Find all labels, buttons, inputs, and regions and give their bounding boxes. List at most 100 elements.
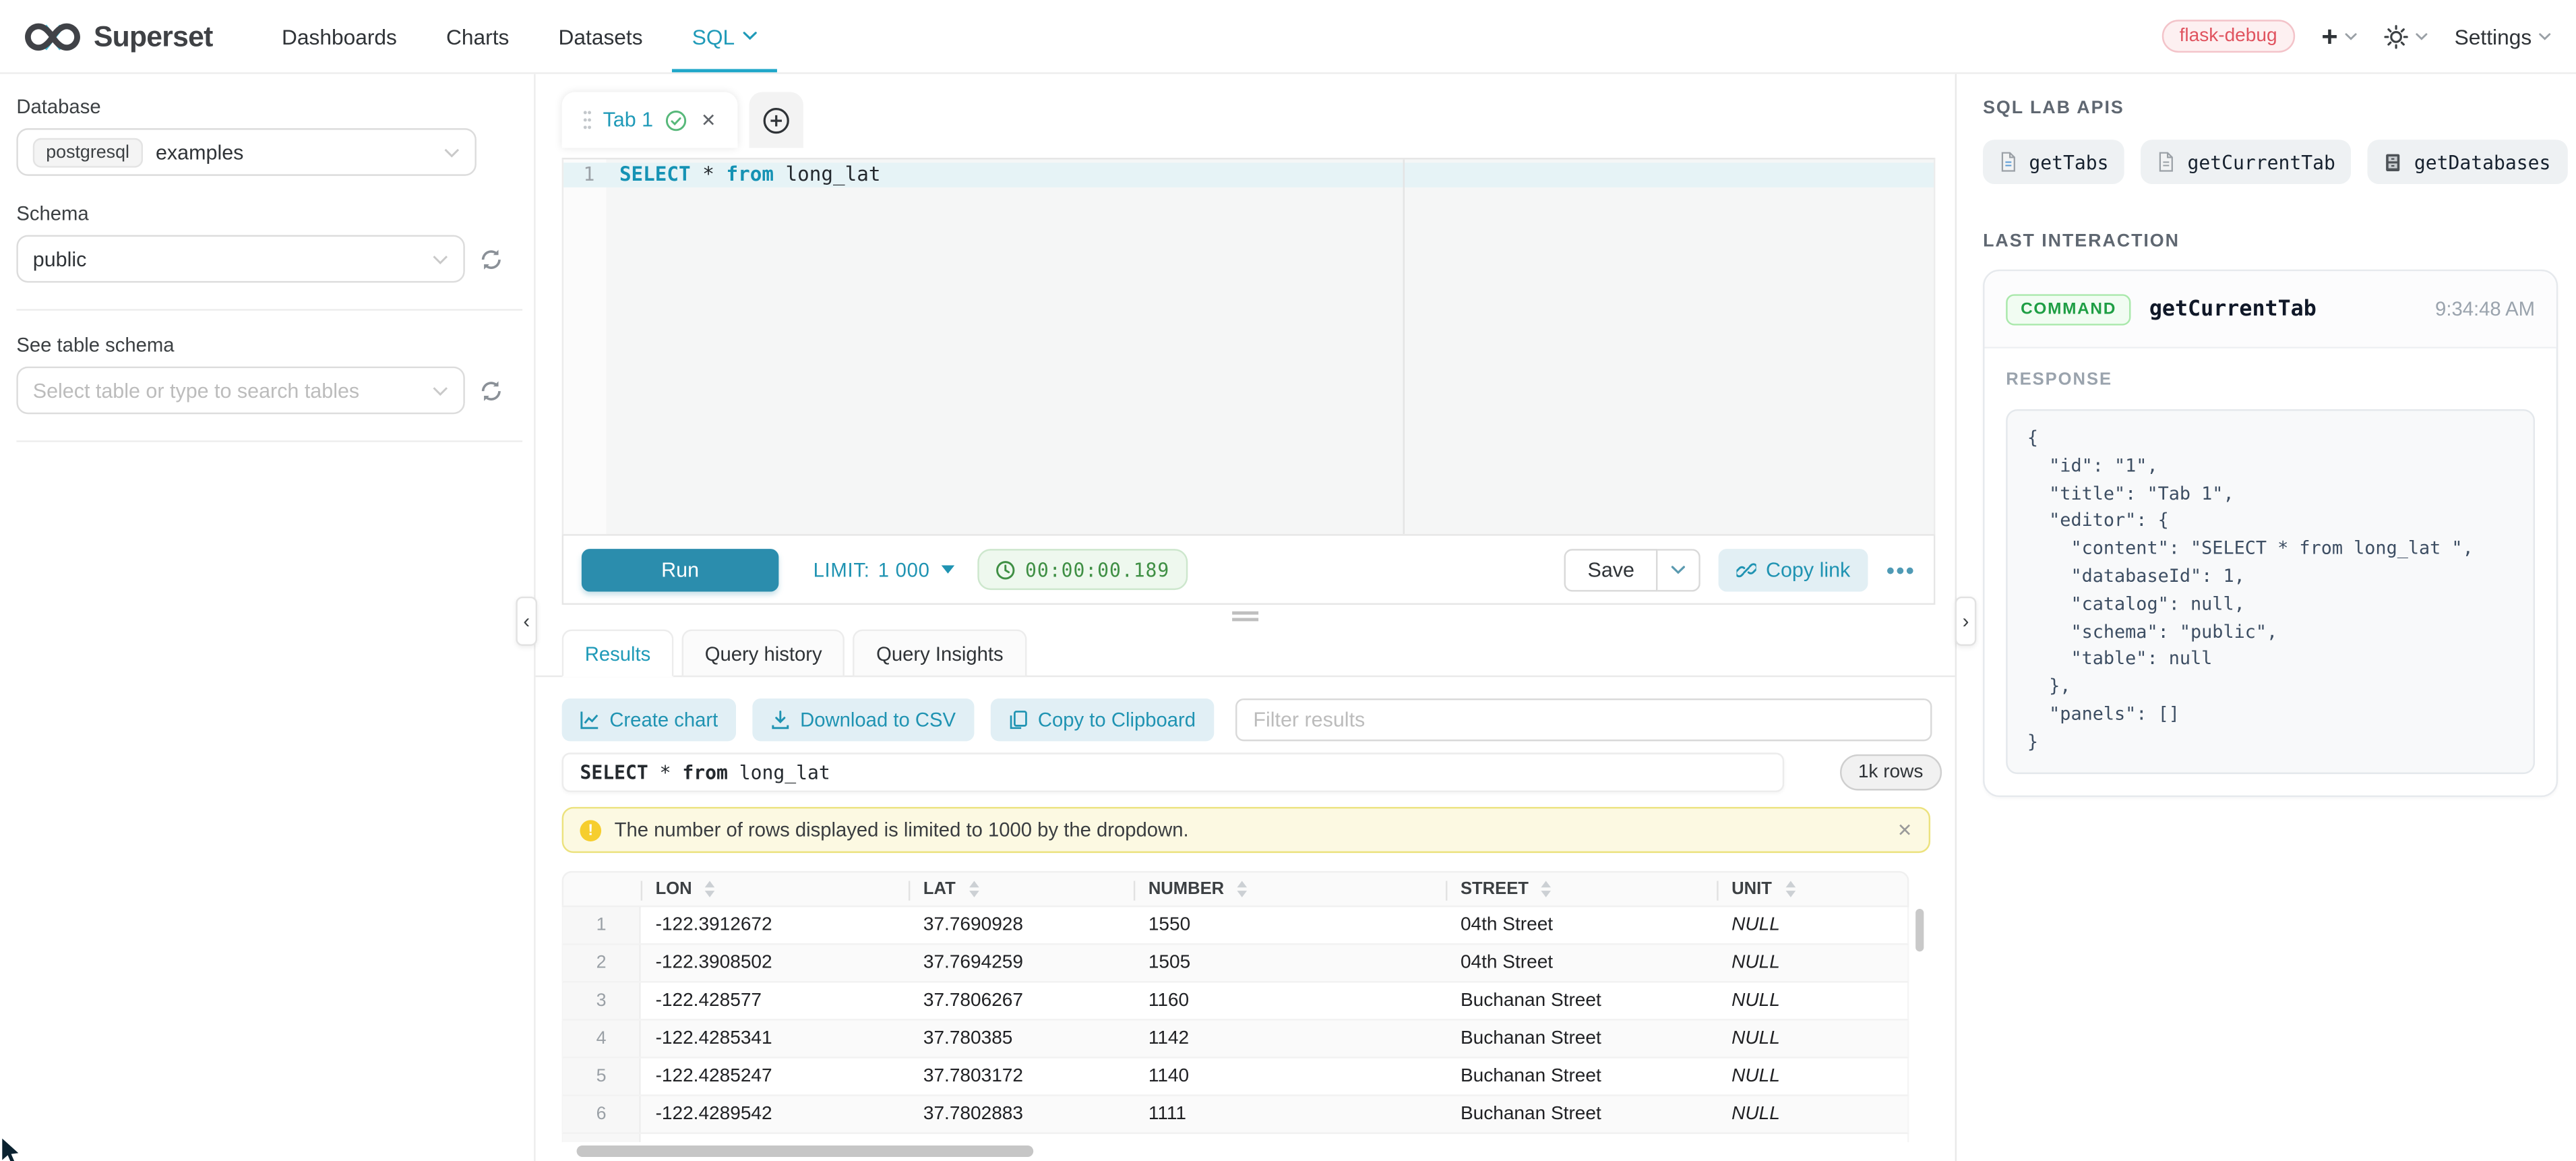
horizontal-scrollbar bbox=[562, 1145, 1909, 1157]
schema-label: Schema bbox=[16, 202, 534, 225]
save-dropdown-button[interactable] bbox=[1657, 548, 1700, 591]
column-header-lon[interactable]: LON bbox=[641, 872, 909, 905]
create-chart-button[interactable]: Create chart bbox=[562, 698, 736, 741]
sort-icon bbox=[1541, 881, 1552, 897]
tab-query-history[interactable]: Query history bbox=[682, 630, 845, 678]
table-cell: Buchanan Street bbox=[1446, 1096, 1717, 1133]
table-cell: Buchanan Street bbox=[1446, 1021, 1717, 1057]
nav-item-charts[interactable]: Charts bbox=[421, 0, 533, 72]
table-row[interactable]: 1-122.391267237.7690928155004th StreetNU… bbox=[562, 907, 1909, 945]
more-options-button[interactable]: ••• bbox=[1887, 556, 1915, 583]
new-item-button[interactable]: + bbox=[2321, 22, 2357, 50]
schema-select[interactable]: public bbox=[16, 235, 464, 283]
navbar: Superset Dashboards Charts Datasets SQL … bbox=[0, 0, 2576, 74]
get-tabs-button[interactable]: getTabs bbox=[1983, 140, 2125, 184]
column-header-unit[interactable]: UNIT bbox=[1717, 872, 1911, 905]
last-interaction-card: COMMAND getCurrentTab 9:34:48 AM RESPONS… bbox=[1983, 270, 2558, 796]
refresh-schemas-icon[interactable] bbox=[480, 247, 503, 270]
navbar-right: flask-debug + bbox=[2161, 0, 2576, 72]
api-panel: SQL LAB APIS getTabs getCurrentTab getDa… bbox=[1955, 74, 2576, 1161]
settings-menu[interactable]: Settings bbox=[2455, 24, 2552, 49]
chart-icon bbox=[580, 710, 599, 730]
table-cell: 37.7806267 bbox=[909, 983, 1134, 1019]
engine-tag: postgresql bbox=[33, 138, 143, 167]
table-select[interactable]: Select table or type to search tables bbox=[16, 367, 464, 415]
copy-link-button[interactable]: Copy link bbox=[1718, 548, 1868, 591]
table-cell: 04th Street bbox=[1446, 945, 1717, 982]
environment-badge: flask-debug bbox=[2161, 20, 2296, 53]
table-row[interactable]: 4-122.428534137.7803851142Buchanan Stree… bbox=[562, 1021, 1909, 1059]
horizontal-scrollbar-thumb[interactable] bbox=[577, 1145, 1034, 1157]
column-header-street[interactable]: STREET bbox=[1446, 872, 1717, 905]
row-number-cell: 3 bbox=[563, 983, 641, 1019]
limit-dropdown[interactable]: LIMIT: 1 000 bbox=[814, 558, 955, 581]
sort-icon bbox=[1785, 881, 1795, 897]
editor-tab[interactable]: Tab 1 ✕ bbox=[562, 92, 737, 148]
vertical-scrollbar-thumb[interactable] bbox=[1915, 909, 1924, 951]
tab-query-insights[interactable]: Query Insights bbox=[853, 630, 1026, 678]
chevron-down-icon bbox=[432, 386, 448, 396]
row-number-cell: 5 bbox=[563, 1059, 641, 1095]
nav-item-sql[interactable]: SQL bbox=[667, 0, 783, 72]
check-circle-icon bbox=[665, 109, 686, 131]
table-cell: 37.780385 bbox=[909, 1021, 1134, 1057]
column-header-number[interactable]: NUMBER bbox=[1134, 872, 1446, 905]
results-table: LON LAT NUMBER STREET UNIT 1-122.3912672… bbox=[562, 871, 1909, 1157]
sql-editor[interactable]: 1 SELECT * from long_lat bbox=[562, 158, 1936, 534]
table-cell: 37.7802883 bbox=[909, 1096, 1134, 1133]
download-csv-button[interactable]: Download to CSV bbox=[752, 698, 973, 741]
row-count-badge: 1k rows bbox=[1840, 754, 1941, 791]
primary-nav: Dashboards Charts Datasets SQL bbox=[257, 0, 782, 72]
document-icon bbox=[1999, 151, 2017, 173]
mouse-cursor bbox=[0, 1135, 23, 1161]
filter-results-input[interactable] bbox=[1235, 698, 1932, 741]
row-number-header bbox=[563, 872, 641, 905]
collapse-api-panel-button[interactable]: › bbox=[1955, 597, 1977, 646]
copy-clipboard-button[interactable]: Copy to Clipboard bbox=[990, 698, 1214, 741]
table-cell: -122.4285247 bbox=[641, 1059, 909, 1095]
table-row[interactable]: 2-122.390850237.7694259150504th StreetNU… bbox=[562, 945, 1909, 983]
panel-resize-handle[interactable] bbox=[1232, 612, 1258, 625]
caret-down-icon bbox=[942, 566, 955, 574]
get-databases-button[interactable]: getDatabases bbox=[2368, 140, 2567, 184]
chevron-down-icon bbox=[432, 254, 448, 264]
get-current-tab-button[interactable]: getCurrentTab bbox=[2141, 140, 2352, 184]
table-cell: 37.7690928 bbox=[909, 907, 1134, 944]
nav-item-dashboards[interactable]: Dashboards bbox=[257, 0, 421, 72]
tab-results[interactable]: Results bbox=[562, 630, 674, 678]
column-header-lat[interactable]: LAT bbox=[909, 872, 1134, 905]
nav-item-datasets[interactable]: Datasets bbox=[534, 0, 667, 72]
tab-title: Tab 1 bbox=[603, 109, 654, 131]
database-select[interactable]: postgresql examples bbox=[16, 128, 477, 176]
table-cell: -122.3908502 bbox=[641, 945, 909, 982]
chevron-down-icon bbox=[443, 147, 460, 157]
dismiss-warning-icon[interactable]: ✕ bbox=[1897, 819, 1912, 841]
refresh-tables-icon[interactable] bbox=[480, 379, 503, 402]
table-row[interactable]: 3-122.42857737.78062671160Buchanan Stree… bbox=[562, 983, 1909, 1021]
results-panel: Results Query history Query Insights Cre… bbox=[536, 628, 1955, 1161]
command-name: getCurrentTab bbox=[2149, 297, 2317, 322]
results-tabrow: Results Query history Query Insights bbox=[536, 628, 1955, 677]
results-table-body: 1-122.391267237.7690928155004th StreetNU… bbox=[562, 907, 1909, 1134]
api-panel-title: SQL LAB APIS bbox=[1983, 98, 2556, 118]
query-timer: 00:00:00.189 bbox=[977, 549, 1188, 590]
sidebar-divider bbox=[16, 309, 522, 310]
close-tab-icon[interactable]: ✕ bbox=[701, 109, 716, 131]
table-row[interactable]: 6-122.428954237.78028831111Buchanan Stre… bbox=[562, 1096, 1909, 1134]
table-cell: 04th Street bbox=[1446, 907, 1717, 944]
editor-toolbar: Run LIMIT: 1 000 00:00:00.189 Save bbox=[562, 534, 1936, 605]
table-cell: -122.4289542 bbox=[641, 1096, 909, 1133]
collapse-sidebar-button[interactable]: ‹ bbox=[516, 597, 537, 646]
table-cell: NULL bbox=[1717, 945, 1911, 982]
theme-toggle[interactable] bbox=[2384, 24, 2428, 49]
sqllab-sidebar: Database postgresql examples Schema publ… bbox=[0, 74, 536, 1161]
table-schema-label: See table schema bbox=[16, 334, 534, 357]
table-row[interactable]: 5-122.428524737.78031721140Buchanan Stre… bbox=[562, 1059, 1909, 1096]
superset-logo[interactable]: Superset bbox=[0, 0, 213, 72]
table-cell: 1140 bbox=[1134, 1059, 1446, 1095]
run-button[interactable]: Run bbox=[582, 548, 779, 591]
sql-lab-page: Superset Dashboards Charts Datasets SQL … bbox=[0, 0, 2576, 1161]
new-tab-button[interactable] bbox=[749, 92, 803, 148]
cabinet-icon bbox=[2385, 152, 2403, 171]
save-button[interactable]: Save bbox=[1564, 548, 1657, 591]
